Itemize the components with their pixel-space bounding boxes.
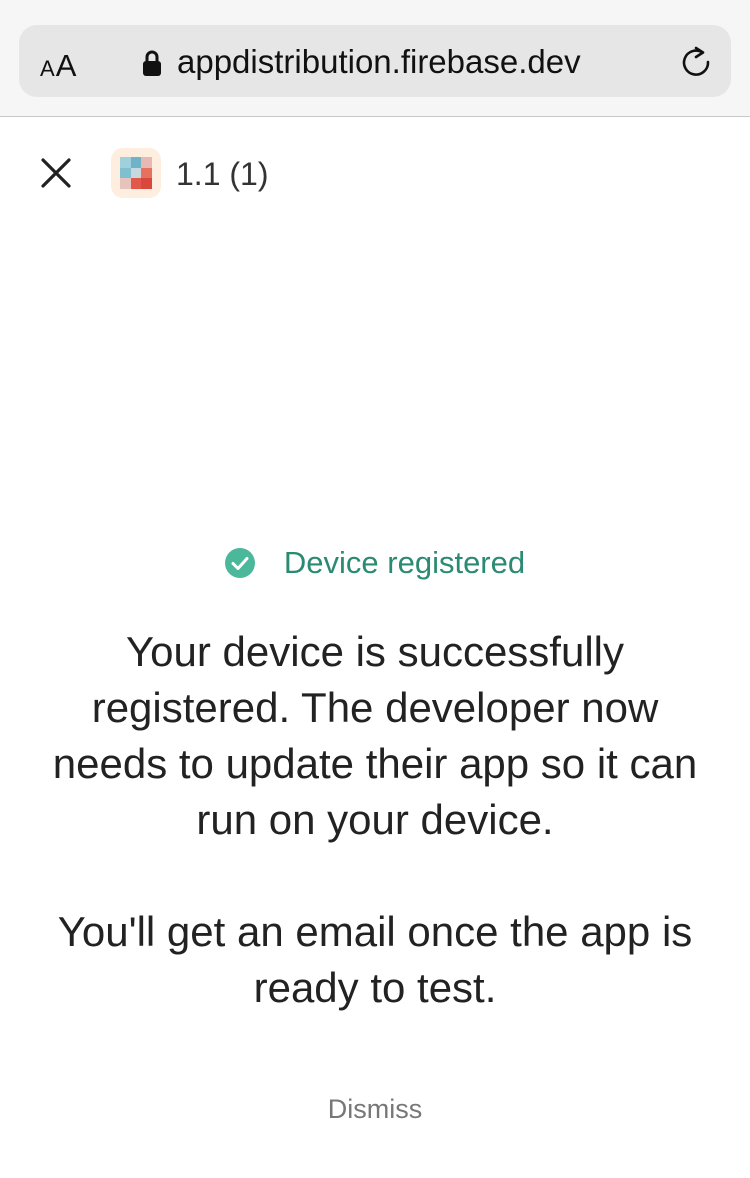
browser-toolbar: A A appdistribution.firebase.dev — [0, 0, 750, 117]
app-icon — [111, 148, 161, 198]
dismiss-button[interactable]: Dismiss — [0, 1094, 750, 1125]
message-paragraph-1: Your device is successfully registered. … — [52, 628, 698, 843]
status-text: Device registered — [283, 545, 526, 580]
status-row: Device registered — [0, 545, 750, 581]
close-icon[interactable] — [40, 157, 72, 189]
app-header: 1.1 (1) — [0, 118, 750, 228]
url-display[interactable]: appdistribution.firebase.dev — [142, 40, 581, 84]
message-paragraph-2: You'll get an email once the app is read… — [57, 908, 693, 1011]
text-size-button[interactable]: A A — [40, 44, 77, 83]
url-text: appdistribution.firebase.dev — [177, 43, 581, 80]
lock-icon — [143, 50, 161, 76]
registration-message: Your device is successfully registered. … — [40, 624, 710, 1016]
text-size-large-glyph: A — [55, 48, 77, 83]
text-size-small-glyph: A — [40, 56, 55, 81]
reload-icon[interactable] — [678, 44, 714, 80]
app-version: 1.1 (1) — [176, 156, 269, 192]
check-circle-icon — [224, 548, 255, 578]
app-icon-graphic — [120, 157, 152, 189]
